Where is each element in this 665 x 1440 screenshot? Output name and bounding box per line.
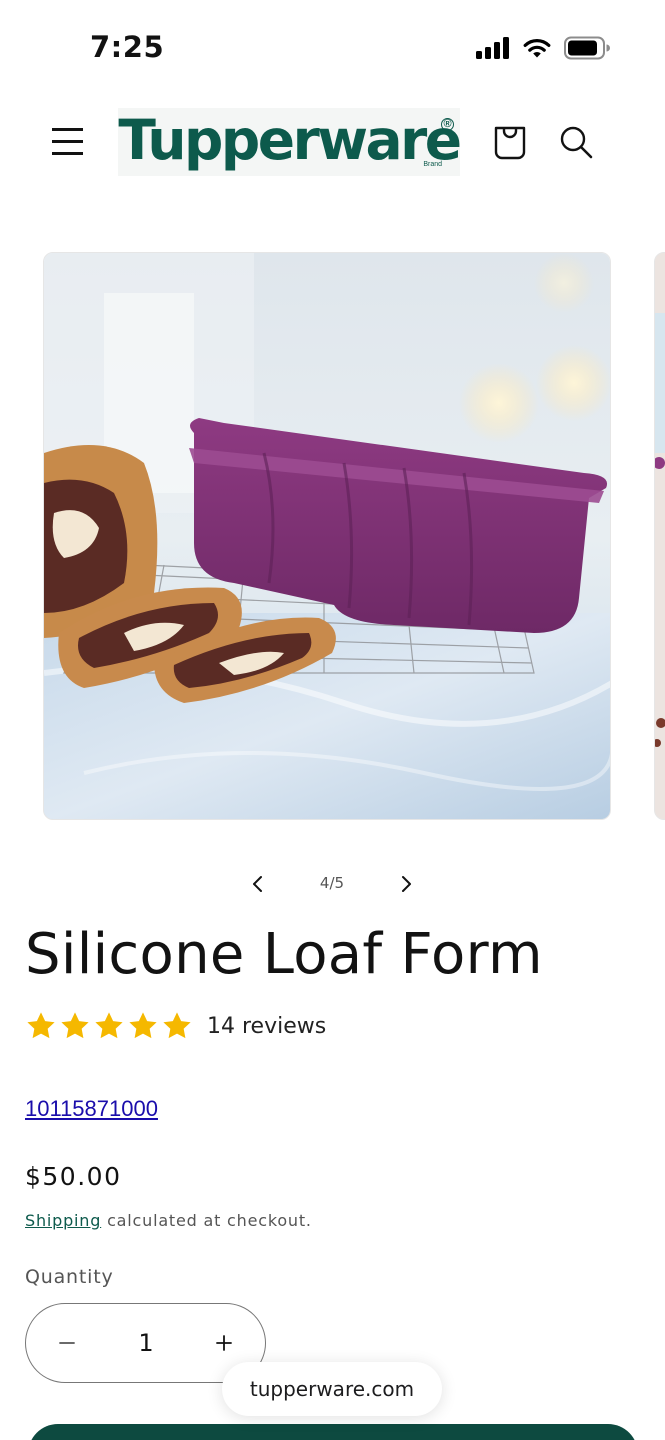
plus-icon xyxy=(216,1335,232,1351)
status-icons xyxy=(476,36,610,60)
search-icon xyxy=(560,126,593,159)
site-header: Tupperware ® Brand xyxy=(0,100,665,190)
chevron-right-icon xyxy=(402,876,411,892)
logo-registered-mark: ® xyxy=(441,118,454,131)
slide-counter: 4/5 xyxy=(319,874,345,892)
add-to-cart-button[interactable] xyxy=(28,1424,638,1440)
quantity-label: Quantity xyxy=(25,1266,114,1288)
rating-stars xyxy=(25,1010,193,1042)
chevron-left-icon xyxy=(253,876,262,892)
previous-slide-button[interactable] xyxy=(240,866,276,902)
shipping-note: Shipping calculated at checkout. xyxy=(25,1211,312,1230)
star-icon xyxy=(95,1012,123,1039)
sku-link[interactable]: 10115871000 xyxy=(25,1096,158,1122)
next-slide-button[interactable] xyxy=(388,866,424,902)
logo-brand-subtext: Brand xyxy=(423,161,442,168)
star-icon xyxy=(61,1012,89,1039)
logo-text: Tupperware xyxy=(118,107,462,172)
product-gallery[interactable] xyxy=(0,252,665,822)
star-icon xyxy=(129,1012,157,1039)
product-rating[interactable]: 14 reviews xyxy=(25,1010,326,1042)
wifi-icon xyxy=(523,39,551,58)
shipping-link[interactable]: Shipping xyxy=(25,1211,101,1230)
battery-icon xyxy=(564,36,610,60)
status-bar: 7:25 xyxy=(0,0,665,100)
star-icon xyxy=(27,1012,55,1039)
tupperware-logo[interactable]: Tupperware ® Brand xyxy=(118,107,462,176)
product-price: $50.00 xyxy=(25,1162,122,1191)
slider-controls: 4/5 xyxy=(0,862,665,906)
product-image-next[interactable] xyxy=(654,252,665,820)
product-photo-next xyxy=(655,253,665,819)
decrease-quantity-button[interactable] xyxy=(44,1320,90,1366)
product-photo xyxy=(44,253,610,819)
status-time: 7:25 xyxy=(90,30,165,64)
product-image-loaf-form[interactable] xyxy=(43,252,611,820)
shipping-note-text: calculated at checkout. xyxy=(101,1211,312,1230)
minus-icon xyxy=(59,1342,75,1344)
cart-button[interactable] xyxy=(488,120,532,164)
search-button[interactable] xyxy=(555,120,599,164)
cart-icon xyxy=(494,126,526,160)
quantity-input[interactable] xyxy=(106,1322,186,1364)
review-count-link[interactable]: 14 reviews xyxy=(207,1014,326,1039)
increase-quantity-button[interactable] xyxy=(201,1320,247,1366)
product-title: Silicone Loaf Form xyxy=(25,922,543,987)
cellular-signal-icon xyxy=(476,37,509,59)
menu-button[interactable] xyxy=(48,122,88,162)
browser-url-bar[interactable]: tupperware.com xyxy=(222,1362,442,1416)
browser-url-text: tupperware.com xyxy=(249,1377,415,1401)
star-icon xyxy=(163,1012,191,1039)
